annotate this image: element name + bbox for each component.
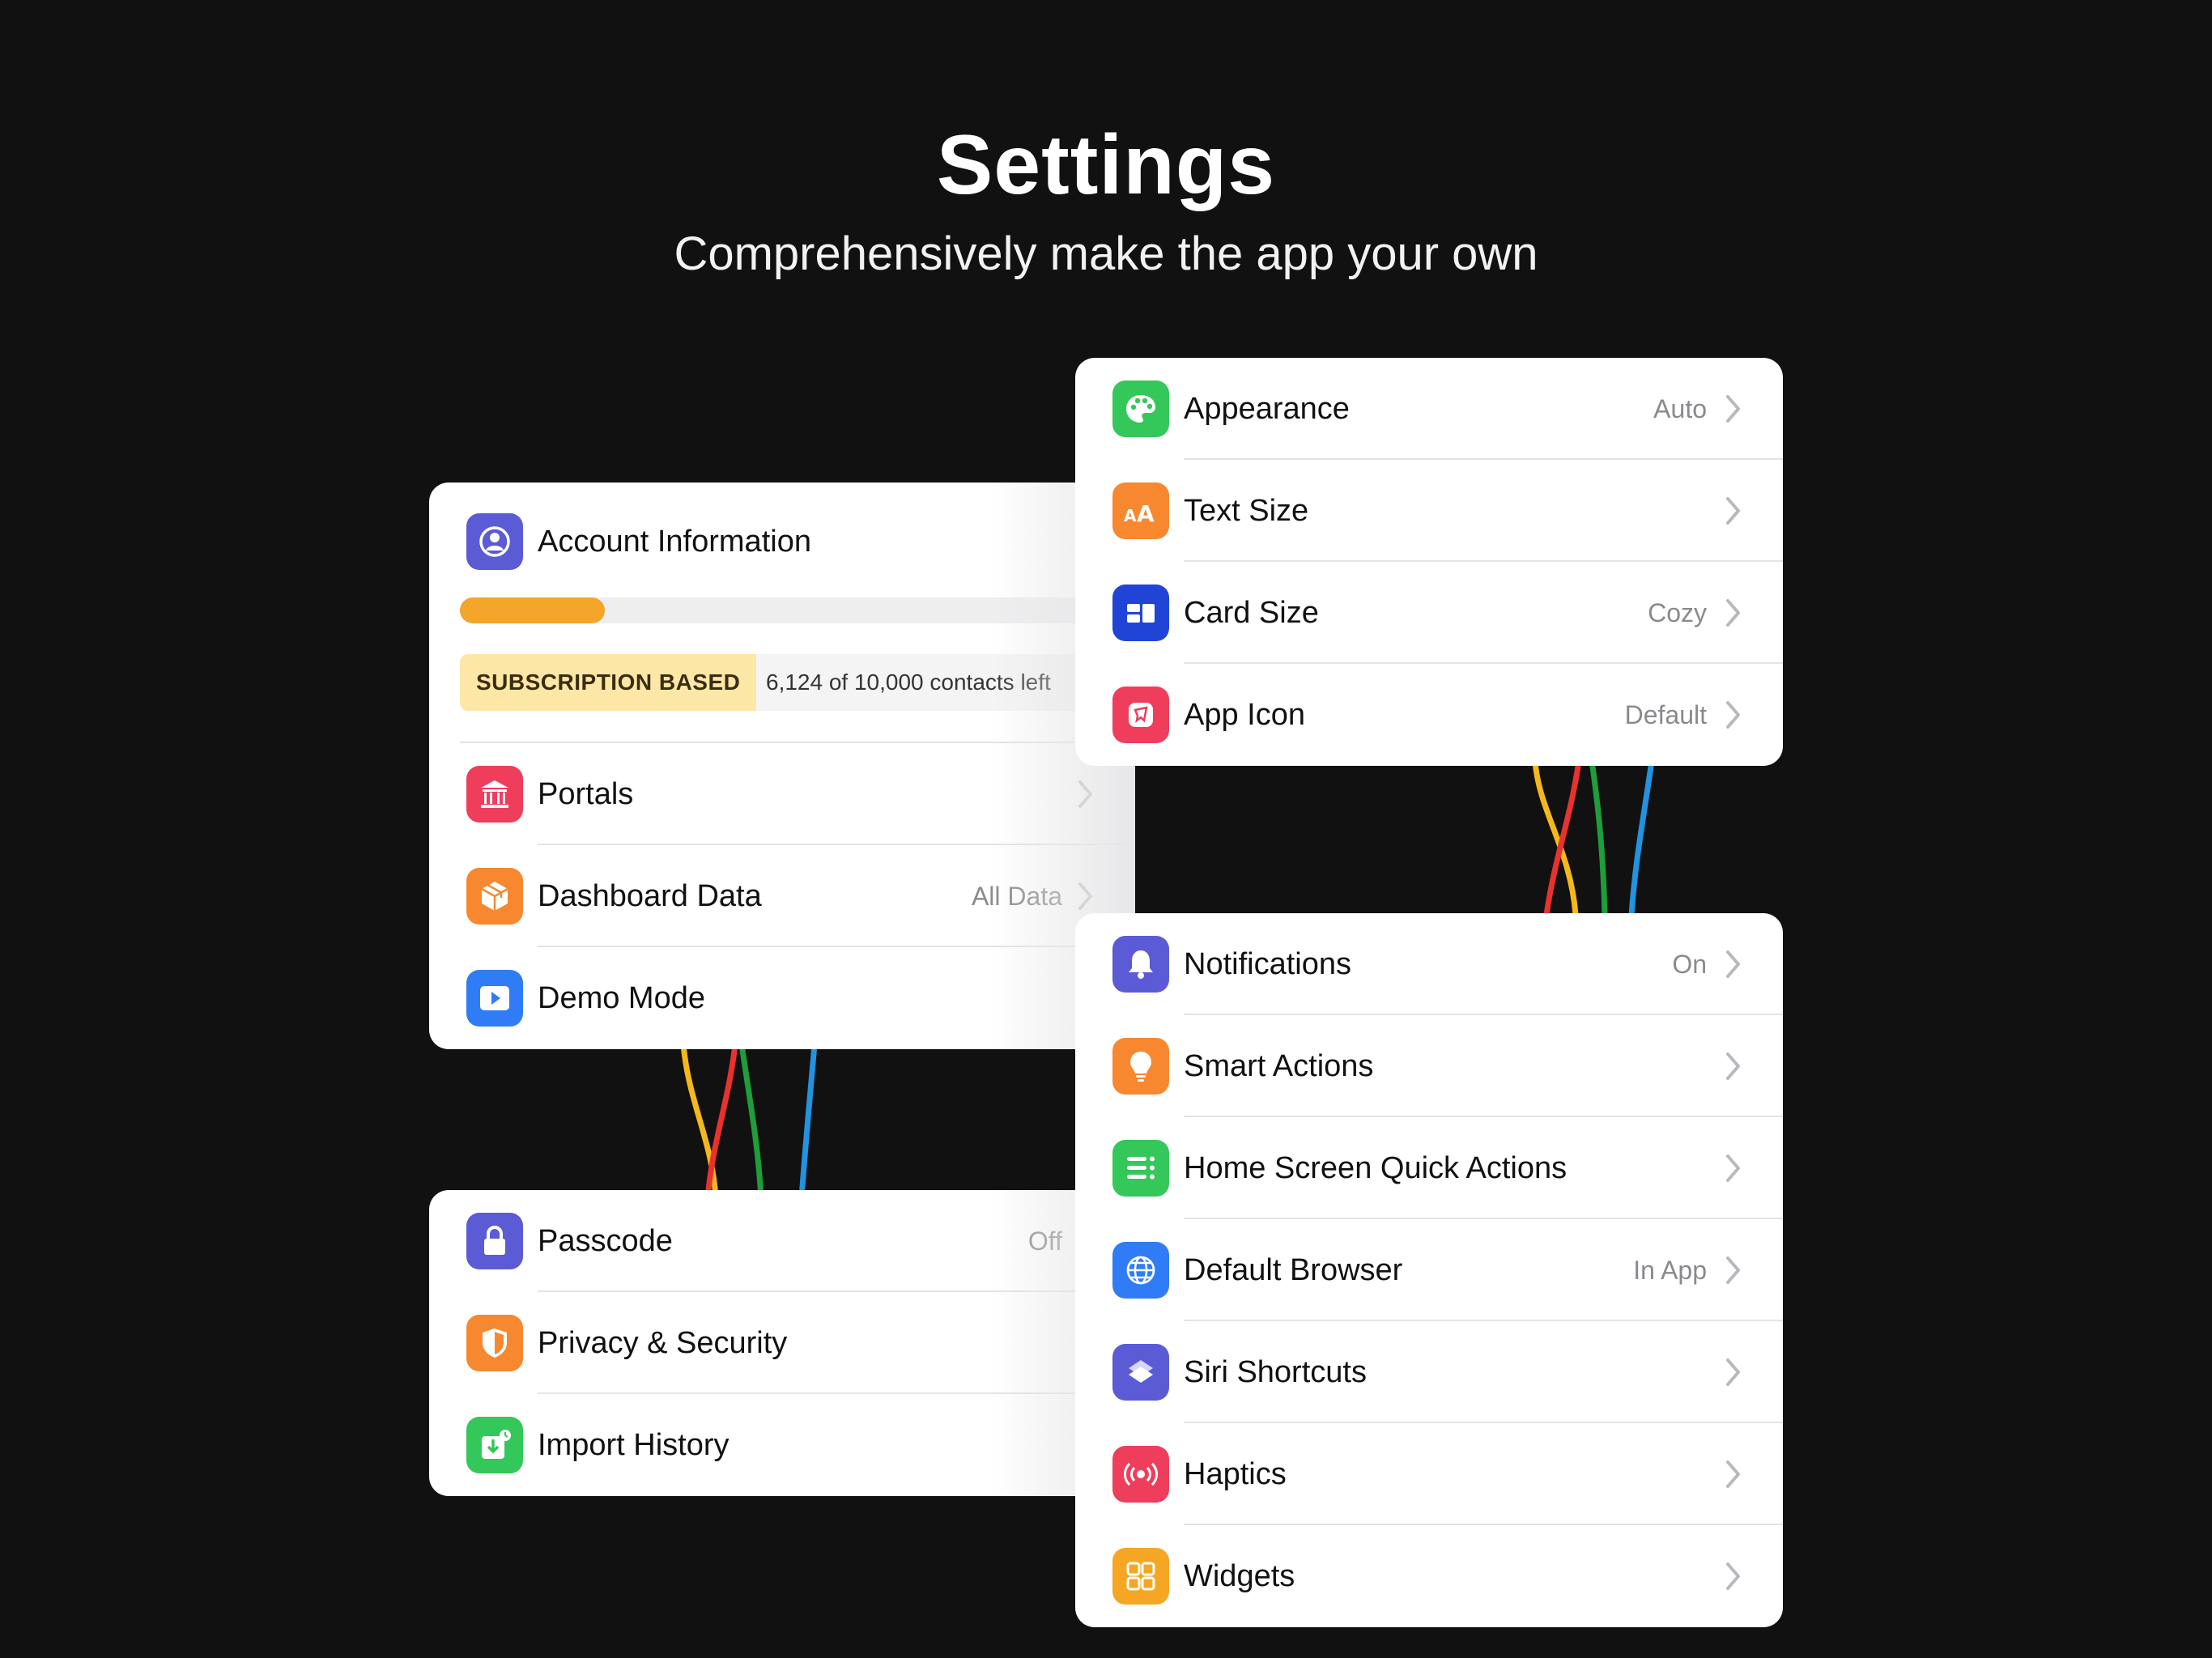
lock-icon [466,1213,523,1269]
settings-row-app-icon[interactable]: App Icon Default [1075,664,1783,766]
row-label: Dashboard Data [538,879,762,913]
chevron-right-icon [1077,778,1095,810]
row-label: Siri Shortcuts [1184,1355,1367,1389]
row-label: Notifications [1184,947,1351,981]
row-label: Passcode [538,1224,673,1258]
settings-row-smart-actions[interactable]: Smart Actions [1075,1015,1783,1117]
bell-icon [1112,936,1169,993]
chevron-right-icon [1725,948,1742,980]
chevron-right-icon [1725,1560,1742,1592]
contacts-progress-fill [460,597,606,623]
widgets-icon [1112,1548,1169,1605]
row-label: Widgets [1184,1559,1295,1593]
chevron-right-icon [1725,1152,1742,1184]
bank-icon [466,766,523,823]
chevron-right-icon [1725,495,1742,527]
chevron-right-icon [1725,1050,1742,1082]
row-label: Default Browser [1184,1253,1403,1287]
hero-subtitle: Comprehensively make the app your own [674,227,1538,280]
chevron-right-icon [1725,597,1742,629]
row-label: Text Size [1184,494,1309,528]
chevron-right-icon [1725,393,1742,425]
settings-row-import-history[interactable]: Import History [429,1394,1135,1496]
account-information-row[interactable]: Account Information [429,483,1135,588]
row-label: Smart Actions [1184,1049,1374,1083]
row-label: App Icon [1184,698,1305,732]
shortcuts-icon [1112,1344,1169,1401]
row-value: Default [1624,700,1707,729]
settings-row-haptics[interactable]: Haptics [1075,1423,1783,1525]
row-label: Haptics [1184,1457,1287,1491]
globe-icon [1112,1242,1169,1299]
appearance-card: Appearance Auto A A Text Size Card Size Cozy Ap… [1075,358,1783,766]
connector-wires-top [1532,761,1655,915]
row-label: Home Screen Quick Actions [1184,1151,1568,1185]
account-card: Account Information SUBSCRIPTION BASED 6… [429,483,1135,1049]
chevron-right-icon [1725,1458,1742,1490]
row-value: On [1672,950,1707,979]
row-label: Import History [538,1428,730,1462]
security-card: Passcode Off Privacy & Security Import Hist… [429,1190,1135,1496]
row-value: Cozy [1648,598,1707,627]
card-layout-icon [1112,585,1169,641]
row-label: Demo Mode [538,981,705,1015]
chevron-right-icon [1077,880,1095,912]
row-label: Appearance [1184,392,1350,426]
contacts-remaining-text: 6,124 of 10,000 contacts left [766,670,1051,695]
list-icon [1112,1140,1169,1197]
svg-text:A: A [1124,506,1137,525]
account-person-icon [466,513,523,570]
chevron-right-icon [1725,699,1742,731]
svg-text:A: A [1137,500,1155,527]
settings-row-portals[interactable]: Portals [429,743,1135,845]
settings-row-passcode[interactable]: Passcode Off [429,1190,1135,1292]
settings-row-dashboard-data[interactable]: Dashboard Data All Data [429,845,1135,947]
contacts-progress-bar [460,597,1091,623]
row-value: Auto [1653,394,1707,423]
settings-row-widgets[interactable]: Widgets [1075,1525,1783,1627]
row-value: All Data [971,882,1062,911]
row-value: In App [1633,1256,1707,1285]
connector-wires-bottom [680,1044,818,1198]
box-icon [466,868,523,925]
row-label: Privacy & Security [538,1326,788,1360]
settings-row-card-size[interactable]: Card Size Cozy [1075,562,1783,664]
chevron-right-icon [1725,1356,1742,1388]
hero-title: Settings [936,118,1276,212]
account-information-title: Account Information [538,525,811,559]
import-icon [466,1417,523,1473]
settings-row-text-size[interactable]: A A Text Size [1075,460,1783,562]
subscription-strip: SUBSCRIPTION BASED 6,124 of 10,000 conta… [460,654,1091,711]
palette-icon [1112,380,1169,437]
row-value: Off [1027,1226,1062,1256]
bulb-icon [1112,1038,1169,1095]
text-size-icon: AA [1112,483,1169,539]
haptics-icon [1112,1446,1169,1503]
settings-row-demo-mode[interactable]: Demo Mode [429,947,1135,1049]
row-label: Portals [538,777,634,811]
row-label: Card Size [1184,596,1319,630]
settings-row-appearance[interactable]: Appearance Auto [1075,358,1783,460]
settings-row-home-screen-quick-actions[interactable]: Home Screen Quick Actions [1075,1117,1783,1219]
shield-icon [466,1315,523,1371]
subscription-badge: SUBSCRIPTION BASED [460,654,757,711]
chevron-right-icon [1725,1254,1742,1286]
settings-row-siri-shortcuts[interactable]: Siri Shortcuts [1075,1321,1783,1423]
general-settings-card: Notifications On Smart Actions Home Screen … [1075,913,1783,1627]
app-icon-icon [1112,687,1169,743]
settings-row-default-browser[interactable]: Default Browser In App [1075,1219,1783,1321]
settings-row-privacy-and-security[interactable]: Privacy & Security [429,1292,1135,1394]
play-icon [466,970,523,1027]
settings-row-notifications[interactable]: Notifications On [1075,913,1783,1015]
